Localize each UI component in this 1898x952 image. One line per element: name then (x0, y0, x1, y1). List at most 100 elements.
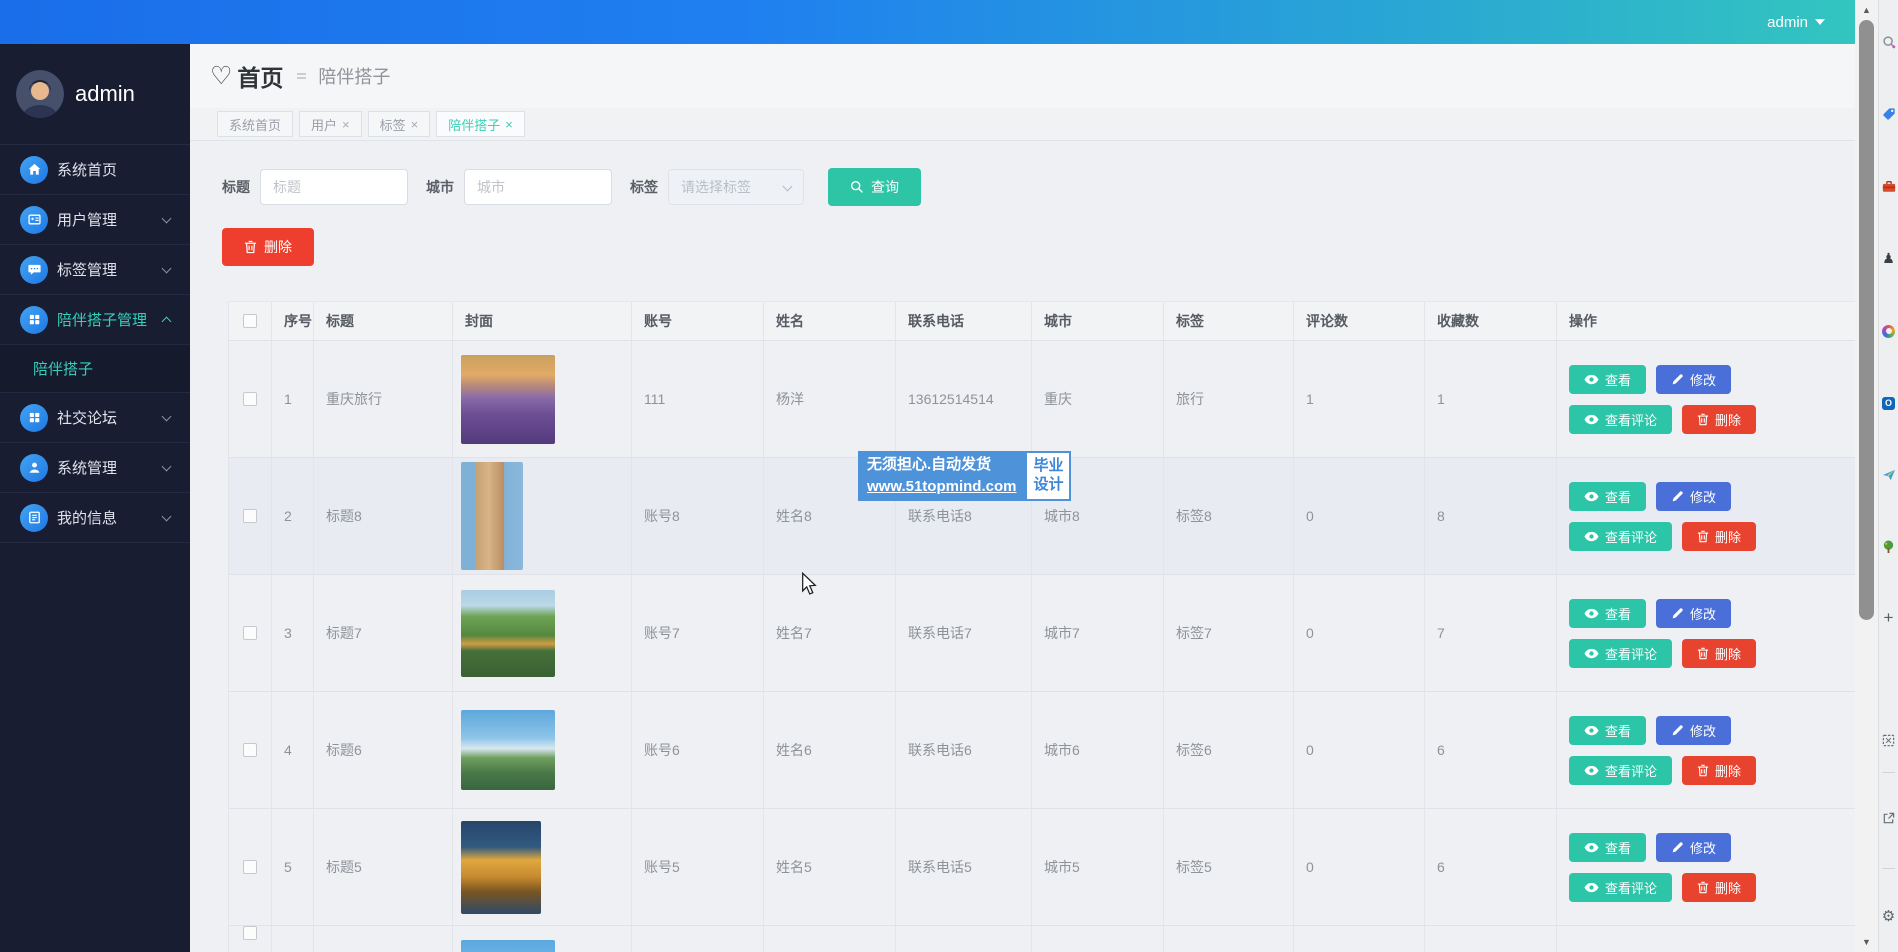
table-header-row: 序号标题封面账号姓名联系电话城市标签评论数收藏数操作 (228, 301, 1855, 341)
view-comments-button[interactable]: 查看评论 (1569, 639, 1672, 668)
city-filter-label: 城市 (426, 177, 454, 197)
cell-name: 杨洋 (764, 341, 896, 458)
sky-photo (461, 940, 555, 952)
tab-陪伴搭子[interactable]: 陪伴搭子× (436, 111, 525, 137)
cell-account: 账号8 (632, 458, 764, 575)
cell-tag: 标签7 (1164, 575, 1294, 692)
scrollbar-thumb[interactable] (1859, 20, 1874, 620)
view-button[interactable]: 查看 (1569, 599, 1646, 628)
view-button[interactable]: 查看 (1569, 482, 1646, 511)
sidebar-item-label: 用户管理 (57, 209, 117, 230)
sidebar-item-社交论坛[interactable]: 社交论坛 (0, 393, 190, 443)
cell-account (632, 926, 764, 952)
chess-icon[interactable]: ♟ (1881, 250, 1897, 266)
row-checkbox[interactable] (243, 626, 257, 640)
toolbox-icon[interactable] (1881, 178, 1897, 194)
chevron-icon (162, 264, 172, 274)
row-checkbox[interactable] (243, 926, 257, 940)
row-checkbox[interactable] (243, 743, 257, 757)
title-filter-input[interactable] (260, 169, 408, 205)
user-menu[interactable]: admin (1767, 0, 1825, 44)
sidebar-item-标签管理[interactable]: 标签管理 (0, 245, 190, 295)
view-button[interactable]: 查看 (1569, 833, 1646, 862)
tab-系统首页[interactable]: 系统首页 (217, 111, 293, 137)
delete-button[interactable]: 删除 (1682, 405, 1756, 434)
pencil-icon (1671, 724, 1684, 737)
add-icon[interactable]: + (1881, 610, 1897, 626)
view-comments-button[interactable]: 查看评论 (1569, 873, 1672, 902)
cell-title: 标题5 (314, 809, 453, 926)
cell-actions: 查看修改查看评论删除 (1557, 692, 1855, 809)
view-button[interactable]: 查看 (1569, 365, 1646, 394)
sidebar-item-陪伴搭子管理[interactable]: 陪伴搭子管理 (0, 295, 190, 345)
view-comments-button[interactable]: 查看评论 (1569, 405, 1672, 434)
trash-icon (244, 240, 257, 254)
pencil-icon (1671, 607, 1684, 620)
search-icon[interactable] (1881, 34, 1897, 50)
watermark-overlay: 无须担心.自动发货 www.51topmind.com 毕业 设计 (858, 451, 1071, 501)
tab-用户[interactable]: 用户× (299, 111, 362, 137)
sidebar-item-系统首页[interactable]: 系统首页 (0, 145, 190, 195)
outlook-icon[interactable]: O (1881, 395, 1897, 411)
row-checkbox[interactable] (243, 509, 257, 523)
edit-button[interactable]: 修改 (1656, 833, 1731, 862)
cell-title: 标题8 (314, 458, 453, 575)
tag-icon[interactable] (1881, 106, 1897, 122)
row-checkbox[interactable] (243, 860, 257, 874)
edit-button[interactable]: 修改 (1656, 716, 1731, 745)
sidebar-item-label: 社交论坛 (57, 407, 117, 428)
scroll-up-arrow[interactable]: ▲ (1855, 2, 1878, 18)
cell-name: 姓名7 (764, 575, 896, 692)
select-all-checkbox[interactable] (243, 314, 257, 328)
delete-button[interactable]: 删除 (1682, 756, 1756, 785)
ring-icon[interactable] (1881, 323, 1897, 339)
search-button[interactable]: 查询 (828, 168, 921, 206)
settings-gear-icon[interactable]: ⚙ (1881, 908, 1897, 924)
cell-cover (453, 341, 632, 458)
sidebar-item-系统管理[interactable]: 系统管理 (0, 443, 190, 493)
view-comments-button[interactable]: 查看评论 (1569, 522, 1672, 551)
eye-icon (1584, 765, 1599, 776)
chevron-icon (162, 462, 172, 472)
city-filter-input[interactable] (464, 169, 612, 205)
sidebar-item-我的信息[interactable]: 我的信息 (0, 493, 190, 543)
close-icon[interactable]: × (505, 117, 513, 132)
chevron-icon (162, 317, 172, 327)
tab-标签[interactable]: 标签× (368, 111, 431, 137)
close-icon[interactable]: × (342, 117, 350, 132)
delete-button[interactable]: 删除 (1682, 522, 1756, 551)
bulk-delete-button[interactable]: 删除 (222, 228, 314, 266)
eye-icon (1584, 725, 1599, 736)
cell-name (764, 926, 896, 952)
scroll-down-arrow[interactable]: ▼ (1855, 934, 1878, 950)
cell-account: 111 (632, 341, 764, 458)
cell-favorites: 8 (1425, 458, 1557, 575)
sidebar-item-用户管理[interactable]: 用户管理 (0, 195, 190, 245)
chevron-down-icon (1815, 19, 1825, 25)
breadcrumb-home[interactable]: 首页 (237, 59, 283, 93)
cell-index: 2 (272, 458, 314, 575)
browser-side-strip: ♟ O + ⚙ (1878, 0, 1898, 952)
edit-button[interactable]: 修改 (1656, 599, 1731, 628)
avatar[interactable] (16, 70, 64, 118)
view-comments-button[interactable]: 查看评论 (1569, 756, 1672, 785)
tree-icon[interactable] (1881, 539, 1897, 555)
cell-tag: 标签5 (1164, 809, 1294, 926)
delete-button[interactable]: 删除 (1682, 639, 1756, 668)
row-checkbox[interactable] (243, 392, 257, 406)
screenshot-icon[interactable] (1881, 732, 1897, 748)
close-icon[interactable]: × (411, 117, 419, 132)
view-button[interactable]: 查看 (1569, 716, 1646, 745)
cell-actions: 查看修改查看评论删除 (1557, 809, 1855, 926)
open-window-icon[interactable] (1881, 810, 1897, 826)
sidebar-subitem-陪伴搭子[interactable]: 陪伴搭子 (0, 345, 190, 393)
pisa-tower-photo (461, 462, 523, 570)
edit-button[interactable]: 修改 (1656, 482, 1731, 511)
plane-icon[interactable] (1881, 467, 1897, 483)
tag-select[interactable]: 请选择标签 (668, 169, 804, 205)
edit-button[interactable]: 修改 (1656, 365, 1731, 394)
delete-button[interactable]: 删除 (1682, 873, 1756, 902)
mountain-sky-photo (461, 710, 555, 790)
watermark-text: 无须担心.自动发货 www.51topmind.com (858, 451, 1025, 501)
user-card-icon (20, 206, 48, 234)
